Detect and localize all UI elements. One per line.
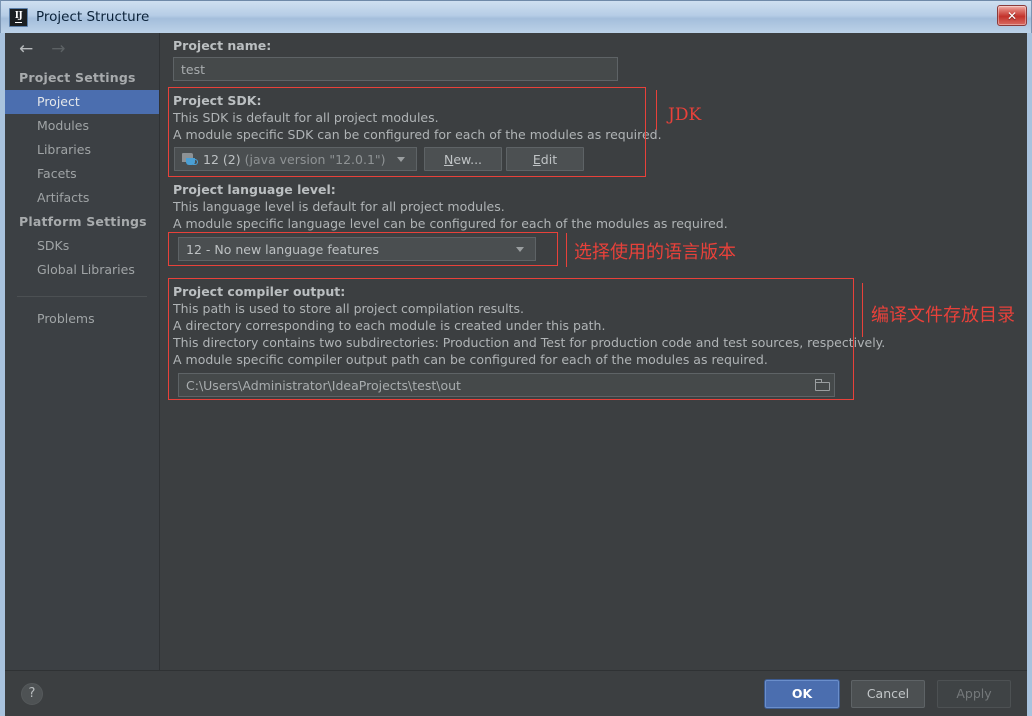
sidebar-item-modules[interactable]: Modules — [5, 114, 159, 138]
sidebar: ← → Project Settings Project Modules Lib… — [5, 33, 160, 670]
project-sdk-label: Project SDK: — [173, 93, 262, 108]
chevron-down-icon — [397, 156, 405, 162]
window-title: Project Structure — [36, 9, 150, 25]
edit-sdk-button-mnemonic: E — [532, 151, 541, 167]
help-button[interactable]: ? — [21, 682, 43, 705]
title-bar: IJ Project Structure ✕ — [0, 0, 1032, 33]
compiler-output-label: Project compiler output: — [173, 284, 346, 299]
nav-arrows: ← → — [5, 37, 159, 66]
sidebar-item-libraries[interactable]: Libraries — [5, 138, 159, 162]
content-row: ← → Project Settings Project Modules Lib… — [5, 33, 1027, 670]
sidebar-item-sdks[interactable]: SDKs — [5, 234, 159, 258]
language-level-selected: 12 - No new language features — [186, 241, 379, 257]
project-name-label: Project name: — [173, 38, 272, 53]
dialog-inner: ← → Project Settings Project Modules Lib… — [5, 33, 1027, 716]
annotation-compiler-output: 编译文件存放目录 — [871, 305, 1015, 326]
sidebar-item-facets[interactable]: Facets — [5, 162, 159, 186]
edit-sdk-button[interactable]: Edit — [506, 147, 584, 171]
sidebar-item-project[interactable]: Project — [5, 90, 159, 114]
compiler-output-desc-3: This directory contains two subdirectori… — [173, 335, 886, 350]
java-sdk-icon — [182, 152, 198, 166]
dialog-body: ← → Project Settings Project Modules Lib… — [0, 33, 1032, 716]
language-level-label: Project language level: — [173, 182, 336, 197]
folder-browse-icon[interactable] — [815, 379, 830, 391]
arrow-right-icon[interactable]: → — [51, 41, 65, 58]
compiler-output-value: C:\Users\Administrator\IdeaProjects\test… — [186, 377, 461, 393]
annotation-jdk: JDK — [668, 105, 702, 125]
language-level-combobox[interactable]: 12 - No new language features — [178, 237, 536, 261]
new-sdk-button-mnemonic: N — [443, 151, 454, 167]
project-structure-dialog: IJ Project Structure ✕ ← → Project Setti… — [0, 0, 1032, 716]
compiler-output-input[interactable]: C:\Users\Administrator\IdeaProjects\test… — [178, 373, 835, 397]
language-level-desc-1: This language level is default for all p… — [173, 199, 505, 214]
project-sdk-selected-name: 12 (2) — [203, 151, 241, 167]
help-icon: ? — [28, 686, 36, 701]
compiler-output-desc-4: A module specific compiler output path c… — [173, 352, 768, 367]
cancel-button[interactable]: Cancel — [851, 679, 925, 708]
chevron-down-icon — [516, 246, 524, 252]
edit-sdk-button-label: dit — [540, 151, 558, 167]
compiler-output-desc-1: This path is used to store all project c… — [173, 301, 524, 316]
language-level-desc-2: A module specific language level can be … — [173, 216, 728, 231]
new-sdk-button[interactable]: New... — [424, 147, 502, 171]
sidebar-item-global-libraries[interactable]: Global Libraries — [5, 258, 159, 282]
annotation-line-language-level — [566, 233, 567, 267]
main-panel: Project name: test Project SDK: This SDK… — [160, 33, 1027, 670]
new-sdk-button-label: ew... — [453, 151, 483, 167]
sidebar-divider — [17, 296, 147, 297]
annotation-line-jdk — [656, 90, 657, 130]
arrow-left-icon[interactable]: ← — [19, 41, 33, 58]
sidebar-group-title-platform-settings: Platform Settings — [19, 214, 147, 229]
project-sdk-desc-2: A module specific SDK can be configured … — [173, 127, 662, 142]
footer-actions: OK Cancel Apply — [765, 679, 1011, 708]
project-name-input[interactable]: test — [173, 57, 618, 81]
sidebar-item-problems[interactable]: Problems — [5, 307, 159, 331]
annotation-language-level: 选择使用的语言版本 — [574, 242, 736, 263]
project-name-value: test — [181, 61, 206, 77]
project-sdk-desc-1: This SDK is default for all project modu… — [173, 110, 439, 125]
intellij-idea-icon: IJ — [9, 7, 28, 27]
dialog-footer: ? OK Cancel Apply — [5, 670, 1027, 716]
close-icon[interactable]: ✕ — [997, 5, 1027, 26]
ok-button[interactable]: OK — [765, 679, 839, 708]
project-sdk-selected-version: (java version "12.0.1") — [244, 151, 386, 167]
sidebar-item-artifacts[interactable]: Artifacts — [5, 186, 159, 210]
project-sdk-combobox[interactable]: 12 (2) (java version "12.0.1") — [174, 147, 417, 171]
compiler-output-desc-2: A directory corresponding to each module… — [173, 318, 606, 333]
close-glyph: ✕ — [1006, 8, 1018, 23]
annotation-line-compiler-output — [862, 283, 863, 337]
sidebar-group-title-project-settings: Project Settings — [19, 70, 136, 85]
apply-button: Apply — [937, 679, 1011, 708]
